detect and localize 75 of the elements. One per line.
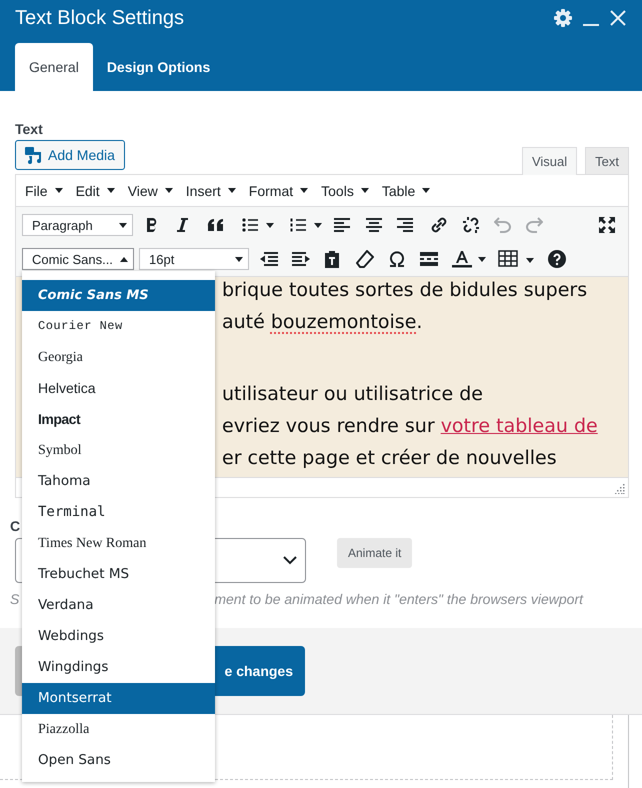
caret-icon xyxy=(235,256,243,262)
resize-grip-icon xyxy=(615,484,625,494)
menu-item[interactable]: Table xyxy=(382,182,430,198)
field-label: C xyxy=(10,517,22,536)
align-center-icon[interactable] xyxy=(366,217,382,233)
paragraph-line: er cette page et créer de nouvelles xyxy=(222,446,558,471)
font-option[interactable]: Trebuchet MS xyxy=(22,559,215,590)
font-option[interactable]: Piazzolla xyxy=(22,714,215,745)
link-icon[interactable] xyxy=(430,216,448,234)
font-option[interactable]: Terminal xyxy=(22,497,215,528)
italic-icon[interactable] xyxy=(176,217,188,233)
editor-tab[interactable]: Visual xyxy=(522,147,578,175)
fullscreen-icon[interactable] xyxy=(598,216,616,234)
caret-icon xyxy=(228,188,236,193)
font-option[interactable]: Georgia xyxy=(22,342,215,373)
editor-tab[interactable]: Text xyxy=(585,147,629,174)
animate-button[interactable]: Animate it xyxy=(337,538,412,568)
block-format-select[interactable]: Paragraph xyxy=(22,214,133,236)
tab[interactable]: General xyxy=(15,43,93,91)
caret-icon xyxy=(106,188,115,193)
unlink-icon[interactable] xyxy=(462,216,480,234)
help-text: S xyxy=(10,590,20,608)
tab[interactable]: Design Options xyxy=(92,43,224,91)
bulleted-list-icon[interactable] xyxy=(242,217,274,233)
menu-item[interactable]: Edit xyxy=(76,182,115,198)
menu-item[interactable]: Tools xyxy=(321,182,369,198)
align-left-icon[interactable] xyxy=(334,217,350,233)
caret-icon xyxy=(422,188,430,193)
text-color-icon[interactable] xyxy=(452,250,486,268)
menu-item[interactable]: View xyxy=(128,182,173,198)
caret-icon xyxy=(164,188,173,193)
font-option[interactable]: Verdana xyxy=(22,590,215,621)
horizontal-line-icon[interactable] xyxy=(420,251,438,267)
caret-icon xyxy=(54,188,63,193)
font-option[interactable]: Helvetica xyxy=(22,373,215,404)
paragraph-line: utilisateur ou utilisatrice de xyxy=(222,382,484,407)
eraser-icon[interactable] xyxy=(356,250,374,268)
clipboard-icon[interactable] xyxy=(324,250,340,268)
bold-icon[interactable] xyxy=(145,217,159,233)
font-option[interactable]: Impact xyxy=(22,404,215,435)
font-option[interactable]: Montserrat xyxy=(22,683,215,714)
menu-item[interactable]: File xyxy=(25,182,63,198)
font-size-select[interactable]: 16pt xyxy=(139,248,249,270)
settings-icon[interactable] xyxy=(553,8,573,28)
paragraph-line: auté bouzemontoise. xyxy=(222,310,424,335)
font-family-select[interactable]: Comic Sans... xyxy=(22,248,134,270)
caret-icon xyxy=(119,222,127,228)
align-right-icon[interactable] xyxy=(397,217,413,233)
media-icon xyxy=(24,146,42,164)
menu-item[interactable]: Insert xyxy=(186,182,236,198)
caret-icon xyxy=(120,256,128,262)
font-option[interactable]: Tahoma xyxy=(22,466,215,497)
caret-icon xyxy=(300,188,308,193)
outdent-icon[interactable] xyxy=(260,251,278,267)
font-option[interactable]: Open Sans xyxy=(22,745,215,776)
add-media-button[interactable]: Add Media xyxy=(15,140,125,170)
window-title: Text Block Settings xyxy=(15,6,185,30)
omega-icon[interactable] xyxy=(388,251,406,267)
chevron-down-icon xyxy=(283,556,297,565)
font-option[interactable]: Symbol xyxy=(22,435,215,466)
indent-icon[interactable] xyxy=(292,251,310,267)
field-label: Text xyxy=(15,120,44,139)
help-icon[interactable] xyxy=(548,250,566,268)
font-option[interactable]: Comic Sans MS xyxy=(22,280,215,311)
close-icon[interactable] xyxy=(609,9,627,27)
text-link[interactable]: votre tableau de xyxy=(440,415,598,437)
menu-item[interactable]: Format xyxy=(248,182,308,198)
quote-icon[interactable] xyxy=(207,218,225,232)
paragraph-line: brique toutes sortes de bidules supers xyxy=(222,278,588,303)
help-text: ment to be animated when it "enters" the browsers viewport xyxy=(214,590,584,608)
caret-icon xyxy=(360,188,369,193)
paragraph-line: evriez vous rendre sur votre tableau de xyxy=(222,414,599,439)
numbered-list-icon[interactable] xyxy=(290,217,322,233)
font-option[interactable]: Times New Roman xyxy=(22,528,215,559)
font-option[interactable]: Courier New xyxy=(22,311,215,342)
